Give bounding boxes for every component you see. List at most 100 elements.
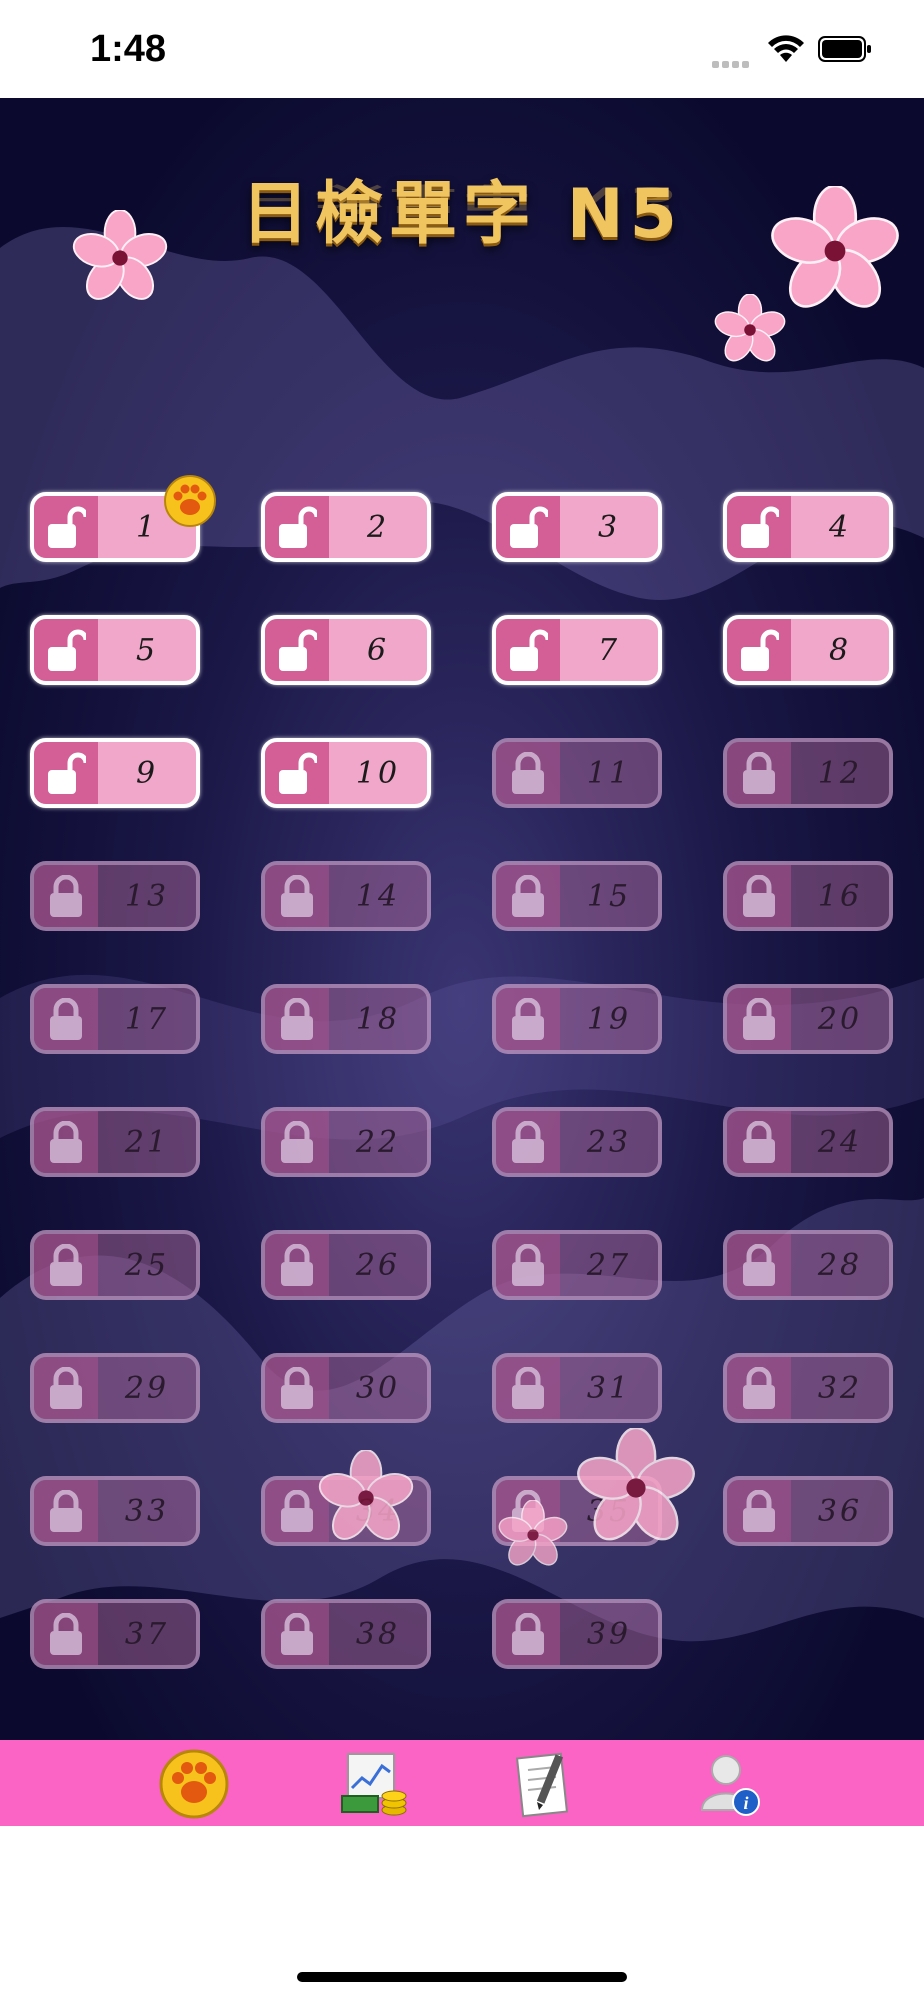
level-button-9[interactable]: 9	[30, 738, 200, 808]
level-number: 10	[355, 755, 401, 791]
lock-closed-icon	[34, 1234, 98, 1296]
level-button-24[interactable]: 24	[723, 1107, 893, 1177]
level-number: 28	[817, 1247, 863, 1283]
lock-closed-icon	[727, 1357, 791, 1419]
home-indicator	[297, 1972, 627, 1982]
lock-closed-icon	[496, 742, 560, 804]
lock-closed-icon	[496, 1357, 560, 1419]
level-button-2[interactable]: 2	[261, 492, 431, 562]
level-button-8[interactable]: 8	[723, 615, 893, 685]
status-time: 1:48	[90, 28, 167, 70]
cherry-blossom-icon	[714, 294, 786, 362]
lock-closed-icon	[496, 865, 560, 927]
level-number: 25	[124, 1247, 170, 1283]
level-button-19[interactable]: 19	[492, 984, 662, 1054]
level-button-36[interactable]: 36	[723, 1476, 893, 1546]
lock-open-icon	[265, 742, 329, 804]
lock-closed-icon	[265, 865, 329, 927]
cherry-blossom-icon	[498, 1500, 568, 1566]
lock-closed-icon	[34, 1480, 98, 1542]
lock-closed-icon	[34, 865, 98, 927]
lock-open-icon	[496, 496, 560, 558]
level-button-7[interactable]: 7	[492, 615, 662, 685]
level-number: 29	[124, 1370, 170, 1406]
level-number: 16	[817, 878, 863, 914]
lock-open-icon	[34, 619, 98, 681]
level-number: 37	[124, 1616, 170, 1652]
level-button-25[interactable]: 25	[30, 1230, 200, 1300]
level-button-38[interactable]: 38	[261, 1599, 431, 1669]
lock-closed-icon	[34, 1111, 98, 1173]
level-number: 30	[355, 1370, 401, 1406]
notepad-pencil-icon[interactable]	[510, 1748, 582, 1820]
battery-icon	[818, 36, 871, 62]
level-number: 39	[586, 1616, 632, 1652]
level-number: 32	[817, 1370, 863, 1406]
level-button-37[interactable]: 37	[30, 1599, 200, 1669]
level-button-30[interactable]: 30	[261, 1353, 431, 1423]
paw-icon[interactable]	[158, 1748, 230, 1820]
cherry-blossom-icon	[318, 1450, 414, 1540]
current-level-paw-icon	[164, 475, 216, 527]
level-button-12[interactable]: 12	[723, 738, 893, 808]
level-number: 23	[586, 1124, 632, 1160]
level-button-26[interactable]: 26	[261, 1230, 431, 1300]
level-number: 13	[124, 878, 170, 914]
level-button-4[interactable]: 4	[723, 492, 893, 562]
level-button-31[interactable]: 31	[492, 1353, 662, 1423]
lock-open-icon	[727, 496, 791, 558]
level-select-screen: 日檢單字 N5 日檢單字 N5 1 2 3 4 5 6 7 8 9 10 11 12 13 14 15 16 1…	[0, 98, 924, 1740]
level-number: 20	[817, 1001, 863, 1037]
lock-closed-icon	[265, 988, 329, 1050]
level-button-20[interactable]: 20	[723, 984, 893, 1054]
level-button-10[interactable]: 10	[261, 738, 431, 808]
lock-open-icon	[265, 619, 329, 681]
level-button-13[interactable]: 13	[30, 861, 200, 931]
level-button-33[interactable]: 33	[30, 1476, 200, 1546]
money-chart-icon[interactable]	[338, 1748, 410, 1820]
level-button-27[interactable]: 27	[492, 1230, 662, 1300]
level-number: 12	[817, 755, 863, 791]
lock-closed-icon	[265, 1603, 329, 1665]
level-button-28[interactable]: 28	[723, 1230, 893, 1300]
lock-open-icon	[34, 742, 98, 804]
level-button-14[interactable]: 14	[261, 861, 431, 931]
level-button-3[interactable]: 3	[492, 492, 662, 562]
cherry-blossom-icon	[72, 210, 168, 300]
level-number: 18	[355, 1001, 401, 1037]
lock-closed-icon	[727, 865, 791, 927]
wifi-icon	[768, 35, 804, 62]
level-button-21[interactable]: 21	[30, 1107, 200, 1177]
level-number: 14	[355, 878, 401, 914]
level-number: 21	[124, 1124, 170, 1160]
level-number: 9	[135, 755, 159, 791]
level-number: 27	[586, 1247, 632, 1283]
level-button-22[interactable]: 22	[261, 1107, 431, 1177]
level-number: 4	[828, 509, 852, 545]
level-button-39[interactable]: 39	[492, 1599, 662, 1669]
user-info-icon[interactable]: i	[694, 1748, 766, 1820]
lock-closed-icon	[265, 1234, 329, 1296]
lock-closed-icon	[727, 1111, 791, 1173]
level-button-16[interactable]: 16	[723, 861, 893, 931]
level-button-18[interactable]: 18	[261, 984, 431, 1054]
level-number: 36	[817, 1493, 863, 1529]
level-number: 2	[366, 509, 390, 545]
lock-closed-icon	[265, 1111, 329, 1173]
level-number: 22	[355, 1124, 401, 1160]
level-button-29[interactable]: 29	[30, 1353, 200, 1423]
level-button-15[interactable]: 15	[492, 861, 662, 931]
lock-closed-icon	[496, 1111, 560, 1173]
lock-closed-icon	[34, 1357, 98, 1419]
level-number: 6	[366, 632, 390, 668]
svg-text:i: i	[743, 1793, 748, 1813]
level-button-32[interactable]: 32	[723, 1353, 893, 1423]
level-button-6[interactable]: 6	[261, 615, 431, 685]
lock-closed-icon	[496, 1603, 560, 1665]
level-button-17[interactable]: 17	[30, 984, 200, 1054]
level-button-5[interactable]: 5	[30, 615, 200, 685]
level-button-11[interactable]: 11	[492, 738, 662, 808]
level-button-23[interactable]: 23	[492, 1107, 662, 1177]
cellular-signal-icon	[712, 53, 756, 68]
lock-closed-icon	[496, 1234, 560, 1296]
